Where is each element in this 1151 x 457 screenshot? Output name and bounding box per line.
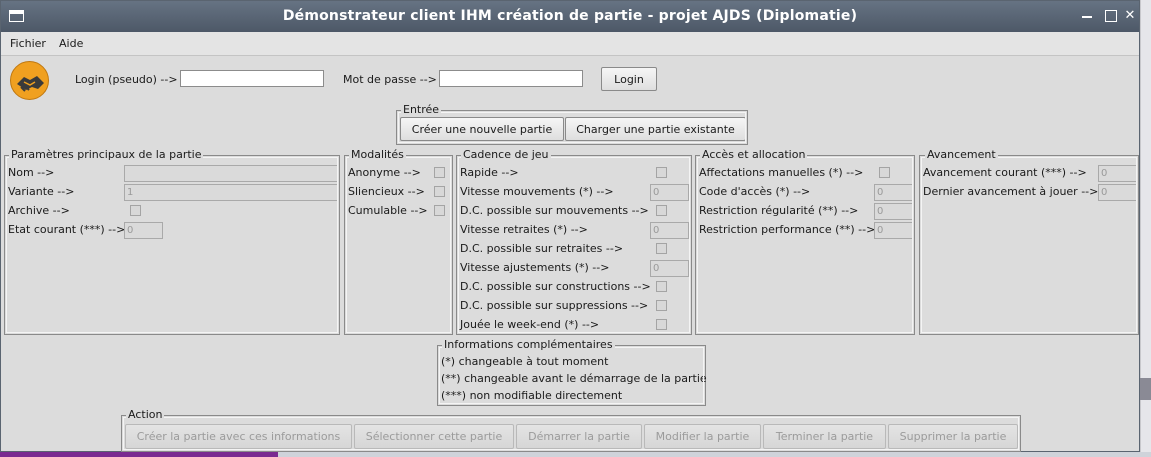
password-input[interactable] xyxy=(439,70,583,87)
creer-partie-button[interactable]: Créer la partie avec ces informations xyxy=(125,424,352,449)
dc-mouvements-checkbox[interactable] xyxy=(656,205,667,216)
performance-label: Restriction performance (**) --> xyxy=(699,223,876,236)
rapide-checkbox[interactable] xyxy=(656,167,667,178)
entree-group: Entrée Créer une nouvelle partie Charger… xyxy=(396,103,748,145)
info-line-1: (*) changeable à tout moment xyxy=(441,355,609,368)
acces-legend: Accès et allocation xyxy=(700,148,808,161)
archive-checkbox[interactable] xyxy=(130,205,141,216)
vitesse-retraites-label: Vitesse retraites (*) --> xyxy=(460,223,588,236)
dc-retraites-label: D.C. possible sur retraites --> xyxy=(460,242,624,255)
weekend-checkbox[interactable] xyxy=(656,319,667,330)
menu-aide[interactable]: Aide xyxy=(59,37,83,50)
rapide-label: Rapide --> xyxy=(460,166,519,179)
minimize-icon[interactable] xyxy=(1078,7,1096,25)
dc-constructions-checkbox[interactable] xyxy=(656,281,667,292)
affectations-checkbox[interactable] xyxy=(879,167,890,178)
selectionner-partie-button[interactable]: Sélectionner cette partie xyxy=(354,424,514,449)
dernier-avancement-label: Dernier avancement à jouer --> xyxy=(923,185,1099,198)
modalites-group: Modalités Anonyme --> Sliencieux --> Cum… xyxy=(344,148,453,335)
modifier-partie-button[interactable]: Modifier la partie xyxy=(644,424,761,449)
demarrer-partie-button[interactable]: Démarrer la partie xyxy=(516,424,642,449)
etat-input[interactable]: 0 xyxy=(124,222,163,239)
window-title: Démonstrateur client IHM création de par… xyxy=(282,8,858,24)
variante-label: Variante --> xyxy=(8,185,75,198)
archive-label: Archive --> xyxy=(8,204,70,217)
desktop-wallpaper xyxy=(0,452,278,457)
anonyme-label: Anonyme --> xyxy=(348,166,421,179)
infos-legend: Informations complémentaires xyxy=(442,338,615,351)
menu-fichier[interactable]: Fichier xyxy=(10,37,46,50)
dc-suppressions-checkbox[interactable] xyxy=(656,300,667,311)
modalites-legend: Modalités xyxy=(349,148,406,161)
performance-input[interactable]: 0 xyxy=(874,222,913,239)
maximize-icon[interactable] xyxy=(1101,7,1119,25)
dc-suppressions-label: D.C. possible sur suppressions --> xyxy=(460,299,649,312)
dc-constructions-label: D.C. possible sur constructions --> xyxy=(460,280,651,293)
regularite-input[interactable]: 0 xyxy=(874,203,913,220)
nom-label: Nom --> xyxy=(8,166,55,179)
weekend-label: Jouée le week-end (*) --> xyxy=(460,318,600,331)
vitesse-mouvements-label: Vitesse mouvements (*) --> xyxy=(460,185,614,198)
handshake-logo-icon xyxy=(10,61,49,100)
info-line-2: (**) changeable avant le démarrage de la… xyxy=(441,372,707,385)
code-acces-input[interactable]: 0 xyxy=(874,184,913,201)
entree-legend: Entrée xyxy=(401,103,442,116)
avancement-legend: Avancement xyxy=(925,148,998,161)
anonyme-checkbox[interactable] xyxy=(434,167,445,178)
menu-bar: Fichier Aide xyxy=(1,32,1139,56)
cumulable-checkbox[interactable] xyxy=(434,205,445,216)
avancement-courant-input[interactable]: 0 xyxy=(1098,165,1137,182)
variante-input[interactable]: 1 xyxy=(124,184,338,201)
info-line-3: (***) non modifiable directement xyxy=(441,389,623,402)
title-bar: Démonstrateur client IHM création de par… xyxy=(1,1,1139,32)
acces-group: Accès et allocation Affectations manuell… xyxy=(695,148,915,335)
regularite-label: Restriction régularité (**) --> xyxy=(699,204,859,217)
load-game-button[interactable]: Charger une partie existante xyxy=(565,117,746,141)
nom-input[interactable] xyxy=(124,165,338,182)
login-button[interactable]: Login xyxy=(601,67,657,91)
password-label: Mot de passe --> xyxy=(343,73,437,86)
avancement-courant-label: Avancement courant (***) --> xyxy=(923,166,1087,179)
params-legend: Paramètres principaux de la partie xyxy=(9,148,204,161)
silencieux-label: Sliencieux --> xyxy=(348,185,425,198)
login-pseudo-input[interactable] xyxy=(180,70,324,87)
app-window: Démonstrateur client IHM création de par… xyxy=(0,0,1140,452)
create-game-button[interactable]: Créer une nouvelle partie xyxy=(400,117,564,141)
supprimer-partie-button[interactable]: Supprimer la partie xyxy=(888,424,1018,449)
vitesse-ajustements-label: Vitesse ajustements (*) --> xyxy=(460,261,610,274)
login-pseudo-label: Login (pseudo) --> xyxy=(75,73,178,86)
infos-group: Informations complémentaires (*) changea… xyxy=(437,338,707,406)
cumulable-label: Cumulable --> xyxy=(348,204,428,217)
vitesse-ajustements-input[interactable]: 0 xyxy=(650,260,689,277)
close-icon[interactable]: ✕ xyxy=(1121,7,1139,25)
action-legend: Action xyxy=(126,408,165,421)
vitesse-retraites-input[interactable]: 0 xyxy=(650,222,689,239)
terminer-partie-button[interactable]: Terminer la partie xyxy=(763,424,886,449)
etat-label: Etat courant (***) --> xyxy=(8,223,126,236)
affectations-label: Affectations manuelles (*) --> xyxy=(699,166,864,179)
code-acces-label: Code d'accès (*) --> xyxy=(699,185,811,198)
dc-mouvements-label: D.C. possible sur mouvements --> xyxy=(460,204,649,217)
action-group: Action Créer la partie avec ces informat… xyxy=(121,408,1021,452)
cadence-group: Cadence de jeu Rapide --> Vitesse mouvem… xyxy=(456,148,692,335)
dc-retraites-checkbox[interactable] xyxy=(656,243,667,254)
params-group: Paramètres principaux de la partie Nom -… xyxy=(4,148,340,335)
avancement-group: Avancement Avancement courant (***) --> … xyxy=(919,148,1139,335)
vitesse-mouvements-input[interactable]: 0 xyxy=(650,184,689,201)
silencieux-checkbox[interactable] xyxy=(434,186,445,197)
cadence-legend: Cadence de jeu xyxy=(461,148,551,161)
dernier-avancement-input[interactable]: 0 xyxy=(1098,184,1137,201)
desktop-scroll-thumb xyxy=(1140,378,1151,400)
